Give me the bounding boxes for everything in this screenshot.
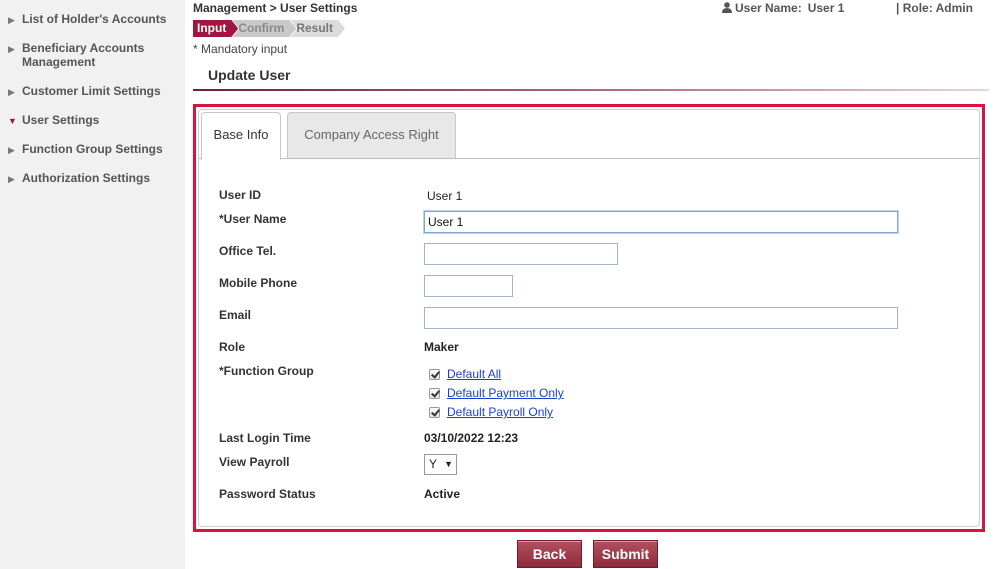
expand-arrow-icon: ▶ <box>8 87 15 97</box>
expand-arrow-icon: ▶ <box>8 174 15 184</box>
sidebar-item-label: Beneficiary Accounts Management <box>22 41 145 69</box>
email-label: Email <box>219 308 252 322</box>
mobile-phone-label: Mobile Phone <box>219 276 297 290</box>
sidebar-item-authorization-settings[interactable]: ▶ Authorization Settings <box>8 171 181 185</box>
back-button[interactable]: Back <box>517 540 582 568</box>
role-label: Role <box>219 340 246 354</box>
function-group-link-default-all[interactable]: Default All <box>447 367 501 381</box>
function-group-option: Default All <box>429 366 501 382</box>
user-name-field-label: *User Name <box>219 212 287 226</box>
expand-arrow-icon: ▶ <box>8 145 15 155</box>
step-input: Input <box>193 20 238 37</box>
function-group-checkbox[interactable] <box>429 387 440 399</box>
user-id-value: User 1 <box>427 189 463 203</box>
function-group-link-default-payroll-only[interactable]: Default Payroll Only <box>447 405 553 419</box>
tab-base-info[interactable]: Base Info <box>201 112 281 160</box>
function-group-link-default-payment-only[interactable]: Default Payment Only <box>447 386 564 400</box>
step-result: Result <box>290 20 345 37</box>
sidebar-item-label: Function Group Settings <box>22 142 163 156</box>
expand-arrow-icon: ▶ <box>8 15 15 25</box>
function-group-label: *Function Group <box>219 364 314 378</box>
user-icon <box>722 2 732 13</box>
sidebar-item-beneficiary-accounts[interactable]: ▶ Beneficiary Accounts Management <box>8 41 181 69</box>
sidebar-item-label: List of Holder's Accounts <box>22 12 167 26</box>
user-name-label: User Name: <box>735 1 802 15</box>
sidebar-item-function-group-settings[interactable]: ▶ Function Group Settings <box>8 142 181 156</box>
user-name-value: User 1 <box>807 1 845 15</box>
submit-button[interactable]: Submit <box>593 540 658 568</box>
view-payroll-label: View Payroll <box>219 455 290 469</box>
title-divider <box>193 89 989 91</box>
mandatory-note: * Mandatory input <box>193 42 288 56</box>
email-input[interactable] <box>424 307 898 329</box>
step-confirm: Confirm <box>232 20 296 37</box>
password-status-value: Active <box>424 487 461 501</box>
collapse-arrow-icon: ▼ <box>8 116 17 126</box>
last-login-value: 03/10/2022 12:23 <box>424 431 519 445</box>
sidebar-item-list-of-holders-accounts[interactable]: ▶ List of Holder's Accounts <box>8 12 181 26</box>
office-tel-label: Office Tel. <box>219 244 277 258</box>
sidebar: ▶ List of Holder's Accounts ▶ Beneficiar… <box>0 0 185 569</box>
page-title: Update User <box>208 67 291 83</box>
view-payroll-select[interactable]: Y ▼ <box>424 454 457 475</box>
role-info: | Role: Admin <box>896 1 973 15</box>
breadcrumb: Management > User Settings <box>193 1 358 15</box>
tab-strip: Base Info Company Access Right <box>199 110 979 160</box>
office-tel-input[interactable] <box>424 243 618 265</box>
panel-inner: Base Info Company Access Right User ID U… <box>198 109 980 527</box>
sidebar-item-user-settings[interactable]: ▼ User Settings <box>8 113 181 127</box>
update-user-panel: Base Info Company Access Right User ID U… <box>193 104 985 532</box>
function-group-option: Default Payroll Only <box>429 404 553 420</box>
last-login-label: Last Login Time <box>219 431 311 445</box>
user-id-label: User ID <box>219 188 262 202</box>
user-name-input[interactable] <box>424 211 898 233</box>
tab-company-access-right[interactable]: Company Access Right <box>287 112 456 158</box>
sidebar-item-label: Authorization Settings <box>22 171 150 185</box>
sidebar-item-label: Customer Limit Settings <box>22 84 161 98</box>
user-info: User Name: User 1 <box>722 1 844 15</box>
expand-arrow-icon: ▶ <box>8 44 15 54</box>
mobile-phone-input[interactable] <box>424 275 513 297</box>
function-group-option: Default Payment Only <box>429 385 564 401</box>
sidebar-item-label: User Settings <box>22 113 100 127</box>
password-status-label: Password Status <box>219 487 316 501</box>
function-group-checkbox[interactable] <box>429 368 440 380</box>
function-group-checkbox[interactable] <box>429 406 440 418</box>
sidebar-item-customer-limit-settings[interactable]: ▶ Customer Limit Settings <box>8 84 181 98</box>
view-payroll-selected: Y <box>429 457 438 471</box>
role-value: Maker <box>424 340 459 354</box>
progress-steps: Input Confirm Result <box>193 20 339 37</box>
chevron-down-icon: ▼ <box>444 459 453 469</box>
